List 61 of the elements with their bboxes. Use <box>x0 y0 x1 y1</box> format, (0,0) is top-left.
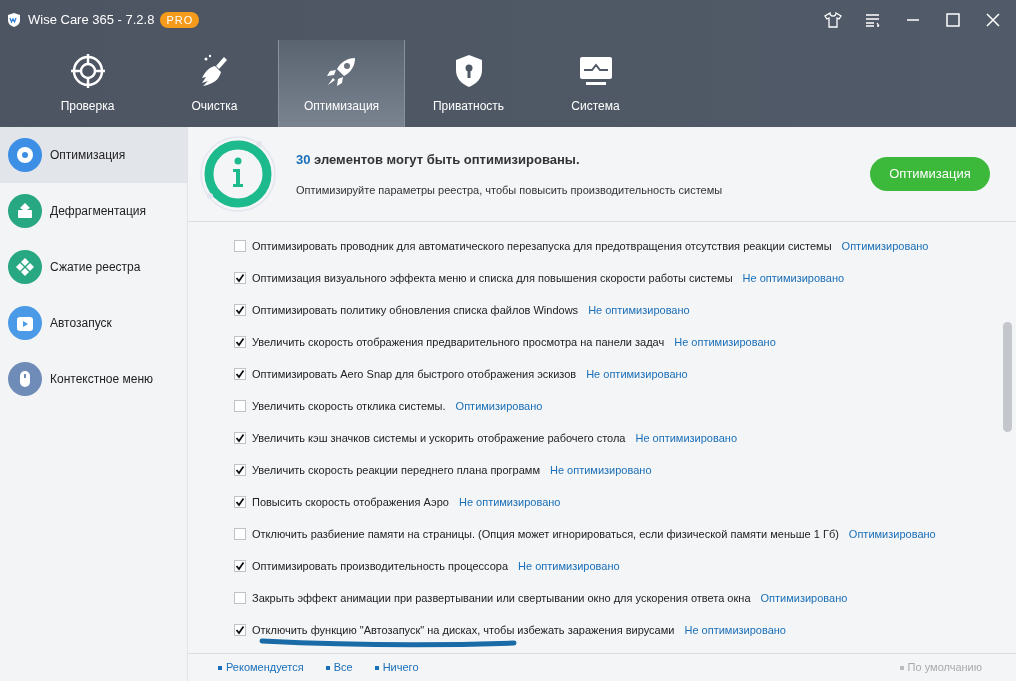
status-link[interactable]: Не оптимизировано <box>549 461 652 479</box>
menu-icon <box>865 13 881 27</box>
pro-badge: PRO <box>160 11 200 29</box>
status-link[interactable]: Не оптимизировано <box>588 301 690 319</box>
status-link[interactable]: Оптимизировано <box>848 525 936 543</box>
option-label: Отключить функцию "Автозапуск" на дисках, чтобы избежать заражения вирусами <box>252 622 675 638</box>
nav-tab[interactable]: Проверка <box>24 40 151 127</box>
sidebar-item[interactable]: Дефрагментация <box>0 183 187 239</box>
checkbox[interactable] <box>234 336 246 348</box>
summary-subtitle: Оптимизируйте параметры реестра, чтобы повысить производительность системы <box>296 182 724 198</box>
status-link[interactable]: Оптимизировано <box>455 397 543 415</box>
option-label: Увеличить скорость отклика системы. <box>252 398 446 414</box>
option-label: Увеличить скорость реакции переднего плана программ <box>252 462 540 478</box>
option-label: Оптимизировать Aero Snap для быстрого отображения эскизов <box>252 366 577 382</box>
status-link[interactable]: Не оптимизировано <box>518 557 620 575</box>
option-label: Оптимизировать проводник для автоматического перезапуска для предотвращения отсутствия реакции системы <box>252 238 832 254</box>
nav-tab[interactable]: Приватность <box>405 40 532 127</box>
checkbox[interactable] <box>234 624 246 636</box>
nav-tab[interactable]: Оптимизация <box>278 40 405 127</box>
filter-link[interactable]: Рекомендуется <box>218 659 304 676</box>
status-link[interactable]: Не оптимизировано <box>742 269 845 287</box>
filter-link[interactable]: Все <box>325 659 353 676</box>
close-icon <box>986 13 1000 27</box>
summary-title: 30 элементов могут быть оптимизированы. <box>296 151 581 169</box>
target-icon <box>69 52 106 89</box>
option-label: Увеличить скорость отображения предварительного просмотра на панели задач <box>252 334 665 350</box>
status-link[interactable]: Оптимизировано <box>841 237 929 255</box>
checkbox[interactable] <box>234 368 246 380</box>
option-label: Оптимизация визуального эффекта меню и списка для повышения скорости работы системы <box>252 270 733 286</box>
checkbox[interactable] <box>234 304 246 316</box>
checkbox[interactable] <box>234 432 246 444</box>
option-label: Повысить скорость отображения Аэро <box>252 494 449 510</box>
option-label: Оптимизировать производительность процессора <box>252 558 509 574</box>
filter-link[interactable]: Ничего <box>374 659 419 676</box>
option-label: Увеличить кэш значков системы и ускорить отображение рабочего стола <box>252 430 626 446</box>
option-label: Оптимизировать политику обновления списка файлов Windows <box>252 302 579 318</box>
checkbox[interactable] <box>234 496 246 508</box>
maximize-icon <box>946 13 960 27</box>
status-link[interactable]: Оптимизировано <box>760 589 848 607</box>
option-label: Отключить разбиение памяти на страницы. (Опция может игнорироваться, если физической памяти меньше 1 Гб) <box>252 526 839 542</box>
sidebar-item[interactable]: Сжатие реестра <box>0 239 187 295</box>
option-label: Закрыть эффект анимации при развертывании или свертывании окно для ускорения ответа окна <box>252 590 751 606</box>
optimize-button[interactable]: Оптимизация <box>870 157 990 191</box>
checkbox[interactable] <box>234 272 246 284</box>
nav-tab[interactable]: Очистка <box>151 40 278 127</box>
sidebar-item[interactable]: Автозапуск <box>0 295 187 351</box>
status-link[interactable]: Не оптимизировано <box>635 429 738 447</box>
checkbox[interactable] <box>234 464 246 476</box>
status-link[interactable]: Не оптимизировано <box>586 365 688 383</box>
status-link[interactable]: Не оптимизировано <box>458 493 561 511</box>
app-logo-icon <box>6 12 22 28</box>
nav-tab[interactable]: Система <box>532 40 659 127</box>
sidebar-item[interactable]: Оптимизация <box>0 127 187 183</box>
scrollbar-thumb[interactable] <box>1003 322 1012 432</box>
shirt-icon <box>824 12 842 28</box>
status-link[interactable]: Не оптимизировано <box>684 621 786 639</box>
status-link[interactable]: Не оптимизировано <box>674 333 776 351</box>
info-icon <box>198 134 278 214</box>
window-title: Wise Care 365 - 7.2.8 <box>28 11 155 30</box>
checkbox[interactable] <box>234 560 246 572</box>
sidebar-item[interactable]: Контекстное меню <box>0 351 187 407</box>
